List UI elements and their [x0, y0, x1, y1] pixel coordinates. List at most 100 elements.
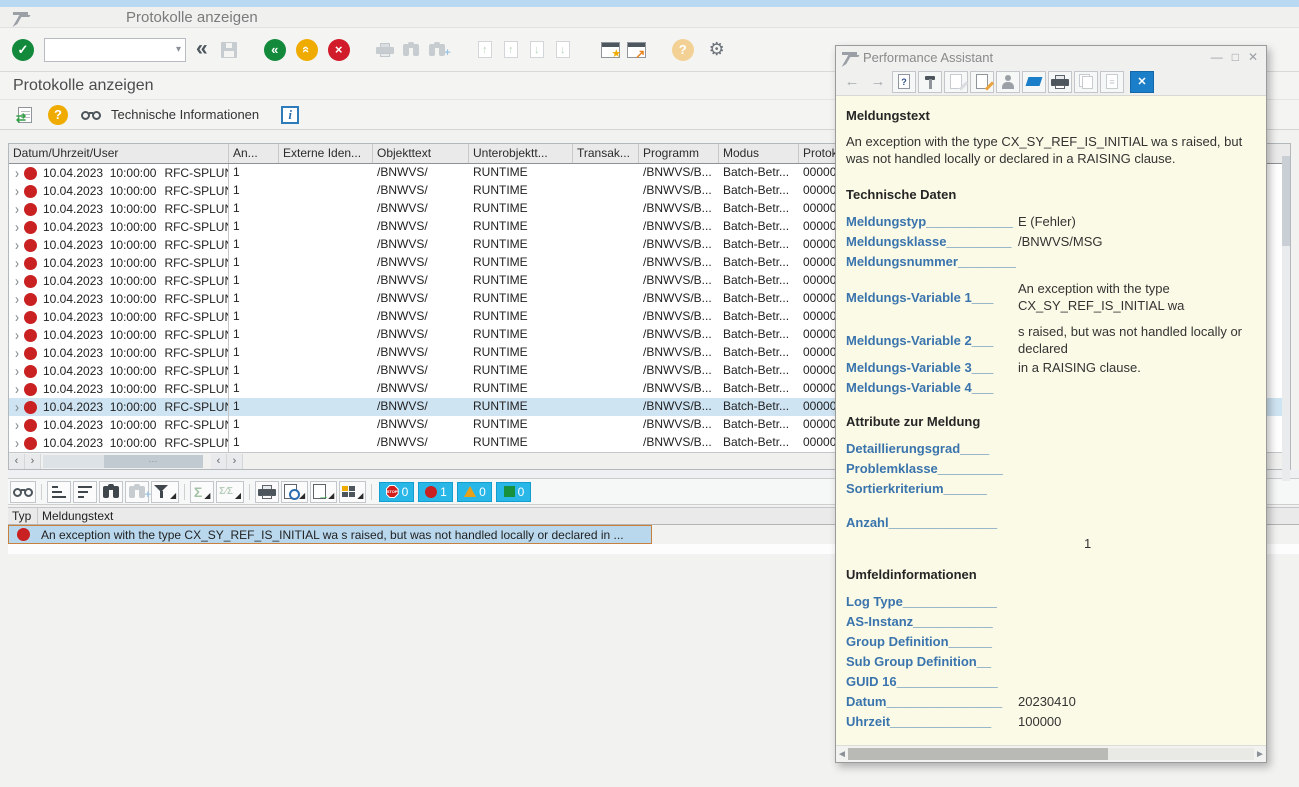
expand-chevron-icon[interactable]: › — [15, 327, 19, 344]
sum-button[interactable]: Σ◢ — [190, 481, 214, 503]
export-button[interactable]: ◢ — [310, 481, 337, 503]
close-help-button[interactable]: ✕ — [1130, 71, 1154, 93]
create-shortcut-button[interactable]: ↗ — [624, 37, 650, 63]
subtotal-dropdown-icon[interactable]: ◢ — [235, 491, 241, 502]
message-row-selected[interactable]: An exception with the type CX_SY_REF_IS_… — [8, 525, 652, 544]
maximize-button[interactable]: □ — [1232, 50, 1239, 64]
enter-button[interactable]: ✓ — [12, 39, 34, 61]
assistant-scroll-left-icon[interactable]: ◄ — [836, 749, 848, 760]
print-messages-button[interactable] — [255, 481, 279, 503]
document-list-button[interactable]: ≡ — [1100, 71, 1124, 93]
cancel-button[interactable]: × — [328, 39, 350, 61]
field-link[interactable]: Meldungstyp____________ — [846, 214, 1018, 229]
app-help-button[interactable]: ? — [48, 105, 68, 125]
expand-chevron-icon[interactable]: › — [15, 219, 19, 236]
expand-chevron-icon[interactable]: › — [15, 183, 19, 200]
field-link[interactable]: Sortierkriterium______ — [846, 481, 1018, 496]
field-link[interactable]: Sub Group Definition__ — [846, 654, 1018, 669]
print-help-button[interactable] — [1048, 71, 1072, 93]
settings-button[interactable] — [918, 71, 942, 93]
find-next-button[interactable]: + — [424, 37, 450, 63]
personal-notes-button[interactable] — [996, 71, 1020, 93]
sort-descending-button[interactable] — [73, 481, 97, 503]
sum-dropdown-icon[interactable]: ◢ — [204, 491, 210, 502]
expand-chevron-icon[interactable]: › — [15, 435, 19, 452]
new-session-button[interactable]: ★ — [598, 37, 624, 63]
expand-chevron-icon[interactable]: › — [15, 363, 19, 380]
previous-page-button[interactable]: ↑ — [498, 37, 524, 63]
expand-chevron-icon[interactable]: › — [15, 345, 19, 362]
expand-chevron-icon[interactable]: › — [15, 309, 19, 326]
views-dropdown-icon[interactable]: ◢ — [299, 491, 305, 502]
combo-dropdown-icon[interactable]: ▾ — [176, 44, 181, 55]
details-button[interactable] — [10, 481, 36, 503]
field-link[interactable]: Meldungs-Variable 3___ — [846, 360, 1018, 375]
field-link[interactable]: Meldungs-Variable 1___ — [846, 290, 1018, 305]
scroll-right-button[interactable]: › — [25, 454, 41, 469]
find-next-messages-button[interactable]: + — [125, 481, 149, 503]
last-page-button[interactable]: ↓ — [550, 37, 576, 63]
column-header[interactable]: Externe Iden... — [279, 144, 373, 163]
abort-count-button[interactable]: STOP 0 — [379, 482, 414, 502]
column-header[interactable]: Transak... — [573, 144, 639, 163]
filter-dropdown-icon[interactable]: ◢ — [170, 491, 176, 502]
column-header-typ[interactable]: Typ — [8, 508, 38, 524]
field-link[interactable]: Group Definition______ — [846, 634, 1018, 649]
expand-chevron-icon[interactable]: › — [15, 201, 19, 218]
log-table-vscrollbar[interactable] — [1282, 156, 1290, 481]
warning-count-button[interactable]: 0 — [457, 482, 492, 502]
collapse-command-field-icon[interactable]: « — [196, 37, 208, 61]
bookmark-button[interactable] — [1022, 71, 1046, 93]
help-back-button[interactable]: ← — [840, 71, 864, 93]
field-link[interactable]: Meldungs-Variable 4___ — [846, 380, 1018, 395]
field-link[interactable]: Problemklasse_________ — [846, 461, 1018, 476]
column-header[interactable]: Datum/Uhrzeit/User — [9, 144, 229, 163]
assistant-titlebar[interactable]: Performance Assistant — □ ✕ — [836, 46, 1266, 68]
expand-chevron-icon[interactable]: › — [15, 237, 19, 254]
success-count-button[interactable]: 0 — [496, 482, 531, 502]
column-header[interactable]: Objekttext — [373, 144, 469, 163]
exit-button[interactable]: « — [296, 39, 318, 61]
expand-chevron-icon[interactable]: › — [15, 381, 19, 398]
reselect-logs-button[interactable]: ⇄ — [12, 102, 38, 128]
help-button[interactable]: ? — [672, 39, 694, 61]
vscrollbar-thumb[interactable] — [1282, 156, 1290, 246]
views-button[interactable]: ◢ — [281, 481, 308, 503]
glossary-button[interactable]: ? — [892, 71, 916, 93]
assistant-scroll-right-icon[interactable]: ► — [1254, 749, 1266, 760]
expand-chevron-icon[interactable]: › — [15, 399, 19, 416]
display-change-button[interactable] — [970, 71, 994, 93]
field-link[interactable]: Meldungs-Variable 2___ — [846, 333, 1018, 348]
field-link[interactable]: GUID 16______________ — [846, 674, 1018, 689]
scroll-left-button[interactable]: ‹ — [9, 454, 25, 469]
edit-button[interactable] — [944, 71, 968, 93]
error-count-button[interactable]: 1 — [418, 482, 453, 502]
command-field[interactable]: ▾ — [44, 38, 186, 62]
save-button[interactable] — [216, 37, 242, 63]
choose-layout-button[interactable]: ◢ — [339, 481, 366, 503]
scrollbar-thumb[interactable]: ⋯ — [104, 455, 203, 468]
column-header[interactable]: An... — [229, 144, 279, 163]
column-header[interactable]: Unterobjektt... — [469, 144, 573, 163]
find-messages-button[interactable] — [99, 481, 123, 503]
pane-scroll-right-button[interactable]: › — [227, 454, 243, 469]
help-forward-button[interactable]: → — [866, 71, 890, 93]
pane-scroll-left-button[interactable]: ‹ — [211, 454, 227, 469]
expand-chevron-icon[interactable]: › — [15, 255, 19, 272]
expand-chevron-icon[interactable]: › — [15, 273, 19, 290]
field-link[interactable]: Detaillierungsgrad____ — [846, 441, 1018, 456]
field-link[interactable]: Uhrzeit______________ — [846, 714, 1018, 729]
sort-ascending-button[interactable] — [47, 481, 71, 503]
customize-layout-button[interactable]: ⚙ — [704, 37, 730, 63]
back-button[interactable]: « — [264, 39, 286, 61]
field-link[interactable]: Log Type_____________ — [846, 594, 1018, 609]
print-button[interactable] — [372, 37, 398, 63]
scrollbar-track[interactable]: ⋯ — [43, 455, 203, 468]
column-header[interactable]: Modus — [719, 144, 799, 163]
field-link[interactable]: Meldungsklasse_________ — [846, 234, 1018, 249]
filter-button[interactable]: ◢ — [151, 481, 179, 503]
copy-button[interactable] — [1074, 71, 1098, 93]
close-button[interactable]: ✕ — [1248, 50, 1258, 64]
find-button[interactable] — [398, 37, 424, 63]
expand-chevron-icon[interactable]: › — [15, 417, 19, 434]
